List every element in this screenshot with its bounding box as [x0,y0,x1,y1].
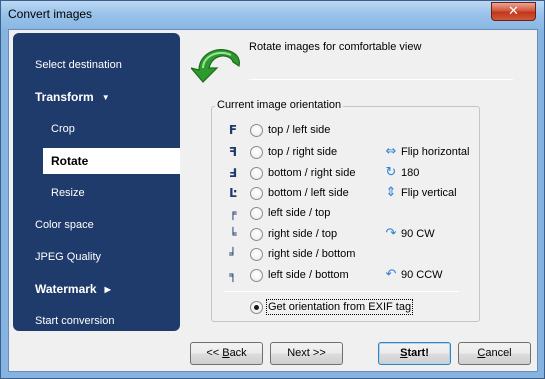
option-label-left-bottom[interactable]: left side / bottom [268,269,349,281]
option-label-exif[interactable]: Get orientation from EXIF tag [265,299,414,315]
radio-selected-dot [254,305,259,310]
sidebar-item-rotate[interactable]: Rotate [43,148,180,174]
sidebar-item-color-space[interactable]: Color space [13,212,180,238]
sidebar-item-label: JPEG Quality [35,251,102,263]
radio-left-top[interactable] [250,207,263,220]
cancel-button[interactable]: Cancel [458,342,531,365]
sidebar-item-label: Crop [51,123,75,135]
sidebar-item-transform[interactable]: Transform ▼ [13,84,180,110]
orientation-left-top-icon: ╒ [229,206,237,220]
sidebar-item-start-conversion[interactable]: Start conversion [13,308,180,334]
sidebar-item-label: Watermark [35,282,97,296]
orientation-group-title: Current image orientation [215,99,344,111]
rotate-180-icon[interactable]: ↻ [383,165,399,181]
radio-top-right[interactable] [250,146,263,159]
header-divider [249,79,513,80]
flip-horizontal-link[interactable]: Flip horizontal [401,146,469,158]
back-button[interactable]: << Back [190,342,263,365]
radio-right-bottom[interactable] [250,248,263,261]
option-label-left-top[interactable]: left side / top [268,207,330,219]
close-button[interactable]: ✕ [491,2,536,21]
back-button-prefix: << [206,347,223,359]
flip-vertical-link[interactable]: Flip vertical [401,187,457,199]
option-label-bottom-left[interactable]: bottom / left side [268,187,349,199]
back-button-mnemonic: B [222,347,230,359]
next-button-label: Next >> [287,347,326,359]
orientation-top-left-icon: F [228,123,238,137]
sidebar-item-label: Start conversion [35,315,115,327]
option-label-top-right[interactable]: top / right side [268,146,337,158]
page-title: Rotate images for comfortable view [249,41,422,53]
orientation-right-bottom-icon: ╛ [229,247,237,261]
sidebar-item-label: Color space [35,219,94,231]
window-title: Convert images [8,7,93,21]
group-divider [224,291,459,292]
radio-bottom-right[interactable] [250,167,263,180]
green-rotate-arrow-icon [191,49,240,83]
option-label-right-top[interactable]: right side / top [268,228,337,240]
radio-top-left[interactable] [250,124,263,137]
orientation-right-top-icon: ╘ [229,227,237,241]
cancel-button-rest: ancel [485,347,512,359]
sidebar-item-label: Resize [51,187,85,199]
chevron-down-icon: ▼ [101,92,110,102]
radio-bottom-left[interactable] [250,187,263,200]
back-button-rest: ack [229,347,247,359]
orientation-top-right-icon: ꟻ [228,145,238,159]
rotate-cw-link[interactable]: 90 CW [401,228,435,240]
sidebar-item-jpeg-quality[interactable]: JPEG Quality [13,244,180,270]
sidebar-item-label: Transform [35,90,94,104]
next-button[interactable]: Next >> [270,342,343,365]
start-button-rest: tart! [407,347,429,359]
chevron-right-icon: ▶ [104,284,111,294]
option-label-right-bottom[interactable]: right side / bottom [268,248,355,260]
rotate-cw-icon[interactable]: ↷ [383,226,399,242]
title-bar[interactable]: Convert images ✕ [1,1,544,29]
radio-right-top[interactable] [250,228,263,241]
rotate-ccw-icon[interactable]: ↶ [383,267,399,283]
dialog-client-area: Select destination Transform ▼ Crop Rotat… [8,29,538,372]
sidebar-item-crop[interactable]: Crop [13,116,180,142]
sidebar-item-watermark[interactable]: Watermark ▶ [13,276,180,302]
sidebar-item-resize[interactable]: Resize [13,180,180,206]
flip-vertical-icon[interactable]: ⇕ [383,185,399,201]
wizard-sidebar: Select destination Transform ▼ Crop Rotat… [13,33,180,331]
rotate-180-link[interactable]: 180 [401,167,419,179]
sidebar-item-select-destination[interactable]: Select destination [13,52,180,78]
orientation-left-bottom-icon: ╕ [229,268,237,282]
close-icon: ✕ [508,4,519,19]
orientation-bottom-left-icon: Ŀ [229,186,237,200]
start-button[interactable]: Start! [378,342,451,365]
radio-left-bottom[interactable] [250,269,263,282]
rotate-ccw-link[interactable]: 90 CCW [401,269,443,281]
flip-horizontal-icon[interactable]: ⇔ [383,144,399,160]
sidebar-item-label: Rotate [51,154,89,168]
sidebar-item-label: Select destination [35,59,122,71]
radio-exif[interactable] [250,301,263,314]
orientation-bottom-right-icon: Ⅎ [228,166,238,180]
convert-images-window: Convert images ✕ Select destination Tran… [0,0,545,379]
option-label-bottom-right[interactable]: bottom / right side [268,167,355,179]
option-label-top-left[interactable]: top / left side [268,124,330,136]
